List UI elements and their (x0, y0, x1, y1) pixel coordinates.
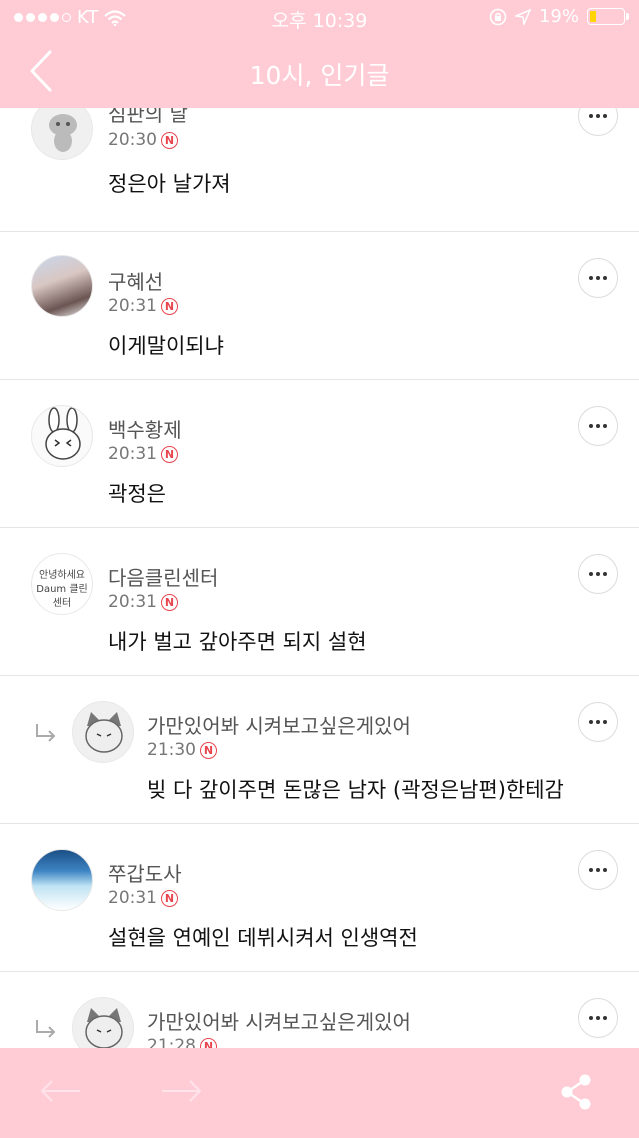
bottom-toolbar (0, 1048, 639, 1138)
comment-time: 20:31 (108, 444, 157, 464)
new-badge-icon: N (200, 1037, 217, 1048)
status-bar: KT 오후 10:39 19% (0, 0, 639, 34)
comment-time: 21:30 (147, 740, 196, 760)
comment-item: 쭈갑도사 20:31 N 설현을 연예인 데뷔시켜서 인생역전 (0, 824, 639, 972)
header: KT 오후 10:39 19% 10시, 인기글 (0, 0, 639, 108)
avatar-text-line-1: 안녕하세요 (39, 570, 85, 581)
avatar[interactable] (72, 997, 134, 1048)
reply-arrow-icon (36, 724, 56, 742)
new-badge-icon: N (161, 889, 178, 907)
battery-fill (590, 11, 597, 22)
comment-meta: 20:31 N (108, 296, 178, 316)
comment-item: 심판의 날 20:30 N 정은아 날가져 (0, 108, 639, 232)
comment-text: 곽정은 (108, 482, 166, 506)
new-badge-icon: N (161, 445, 178, 463)
comment-time: 20:31 (108, 296, 157, 316)
comment-author[interactable]: 구혜선 (108, 266, 163, 295)
comment-time: 21:28 (147, 1036, 196, 1048)
avatar[interactable] (72, 701, 134, 763)
cat-avatar-icon (85, 1008, 123, 1048)
character-avatar-icon (49, 114, 77, 152)
share-icon[interactable] (558, 1072, 594, 1112)
more-button[interactable] (578, 258, 618, 298)
comment-text: 이게말이되냐 (108, 334, 224, 358)
comment-meta: 20:31 N (108, 888, 178, 908)
comment-list[interactable]: 심판의 날 20:30 N 정은아 날가져 구혜선 20:31 N 이게말이되냐 (0, 108, 639, 1048)
comment-author[interactable]: 쭈갑도사 (108, 858, 182, 887)
more-button[interactable] (578, 998, 618, 1038)
reply-arrow-icon (36, 1020, 56, 1038)
avatar-text-line-2: Daum 클린센터 (36, 584, 88, 609)
more-button[interactable] (578, 850, 618, 890)
comment-time: 20:30 (108, 130, 157, 150)
comment-author[interactable]: 다음클린센터 (108, 562, 218, 591)
new-badge-icon: N (161, 297, 178, 315)
comment-meta: 21:28 N (147, 1036, 217, 1048)
comment-author[interactable]: 백수황제 (108, 414, 182, 443)
comment-text: 설현을 연예인 데뷔시켜서 인생역전 (108, 926, 418, 950)
comment-meta: 20:31 N (108, 444, 178, 464)
avatar[interactable] (31, 849, 93, 911)
comment-meta: 20:31 N (108, 592, 178, 612)
comment-time: 20:31 (108, 888, 157, 908)
comment-text: 내가 벌고 갚아주면 되지 설현 (108, 630, 367, 654)
rotation-lock-icon (489, 8, 507, 25)
avatar[interactable] (31, 108, 93, 160)
comment-time: 20:31 (108, 592, 157, 612)
avatar[interactable] (31, 405, 93, 467)
more-button[interactable] (578, 406, 618, 446)
comment-text: 빚 다 갚이주면 돈많은 남자 (곽정은남편)한테감 (147, 778, 564, 802)
avatar[interactable] (31, 255, 93, 317)
page-title: 10시, 인기글 (249, 61, 390, 90)
battery-percent: 19% (538, 6, 579, 27)
more-button[interactable] (578, 702, 618, 742)
new-badge-icon: N (161, 131, 178, 149)
more-button[interactable] (578, 108, 618, 136)
comment-author[interactable]: 가만있어봐 시켜보고싶은게있어 (147, 1006, 411, 1035)
comment-item: 가만있어봐 시켜보고싶은게있어 21:28 N (0, 972, 639, 1048)
battery-icon (587, 8, 629, 25)
comment-author[interactable]: 심판의 날 (108, 108, 188, 127)
prev-arrow-icon[interactable] (38, 1076, 82, 1106)
next-arrow-icon[interactable] (160, 1076, 204, 1106)
comment-item: 구혜선 20:31 N 이게말이되냐 (0, 232, 639, 380)
comment-item: 가만있어봐 시켜보고싶은게있어 21:30 N 빚 다 갚이주면 돈많은 남자 … (0, 676, 639, 824)
cat-avatar-icon (85, 712, 123, 753)
nav-bar: 10시, 인기글 (0, 34, 639, 108)
bunny-avatar-icon (45, 407, 81, 460)
comment-meta: 21:30 N (147, 740, 217, 760)
new-badge-icon: N (161, 593, 178, 611)
comment-item: 백수황제 20:31 N 곽정은 (0, 380, 639, 528)
comment-item: 안녕하세요 Daum 클린센터 다음클린센터 20:31 N 내가 벌고 갚아주… (0, 528, 639, 676)
new-badge-icon: N (200, 741, 217, 759)
status-right: 19% (489, 6, 629, 27)
more-button[interactable] (578, 554, 618, 594)
comment-text: 정은아 날가져 (108, 172, 231, 196)
location-icon (514, 8, 531, 25)
avatar[interactable]: 안녕하세요 Daum 클린센터 (31, 553, 93, 615)
comment-meta: 20:30 N (108, 130, 178, 150)
comment-author[interactable]: 가만있어봐 시켜보고싶은게있어 (147, 710, 411, 739)
